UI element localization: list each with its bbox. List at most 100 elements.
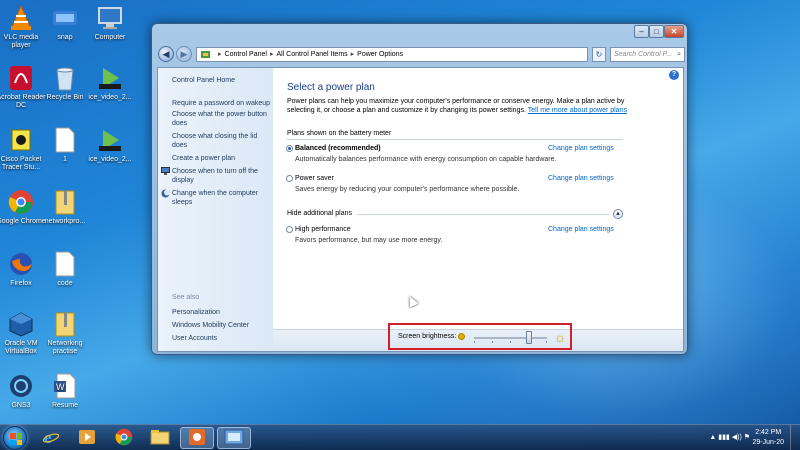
breadcrumb-separator[interactable]: ▸ (270, 51, 274, 58)
sidebar-item-computer-sleeps[interactable]: Change when the computer sleeps (172, 189, 272, 207)
control-panel-home-link[interactable]: Control Panel Home (172, 76, 272, 85)
display-icon (161, 167, 170, 177)
zip-folder-icon (51, 310, 79, 338)
video-file-icon (96, 64, 124, 92)
content-area: Control Panel Home Require a password on… (157, 67, 684, 352)
plan-balanced-change-settings[interactable]: Change plan settings (548, 145, 614, 152)
desktop-icon-label: ice_video_2... (88, 156, 132, 163)
brightness-slider-thumb[interactable] (525, 331, 532, 344)
vlc-icon (7, 4, 35, 32)
control-panel-icon (200, 49, 211, 65)
show-desktop-button[interactable] (790, 425, 800, 450)
desktop-icon-video-2[interactable]: ice_video_2... (84, 126, 136, 164)
bright-sun-icon: ☼ (553, 329, 567, 345)
title-bar[interactable]: – □ ✕ (152, 24, 687, 42)
desktop-icon-networking-practise[interactable]: Networking practise (39, 310, 91, 356)
desktop-icon-code[interactable]: code (39, 250, 91, 288)
windows-logo-icon (10, 433, 22, 445)
plan-balanced-desc: Automatically balances performance with … (295, 156, 557, 163)
breadcrumb-all-items[interactable]: All Control Panel Items (276, 51, 347, 58)
taskbar-media-app[interactable] (180, 427, 214, 449)
sidebar-item-closing-lid[interactable]: Choose what closing the lid does (172, 132, 272, 150)
tell-me-more-link[interactable]: Tell me more about power plans (528, 107, 627, 114)
address-bar[interactable]: ▸ Control Panel ▸ All Control Panel Items ▸ P… (196, 47, 588, 62)
back-button[interactable]: ◀ (158, 46, 174, 62)
breadcrumb-control-panel[interactable]: Control Panel (225, 51, 267, 58)
help-icon[interactable]: ? (669, 70, 679, 80)
recycle-bin-icon (51, 64, 79, 92)
plan-power-saver-radio[interactable] (286, 175, 293, 182)
navigation-bar: ◀ ▶ ▸ Control Panel ▸ All Control Panel Ite… (156, 44, 685, 66)
desktop-icon-resume[interactable]: W Resume (39, 372, 91, 410)
search-input[interactable]: Search Control P... ⌕ (610, 47, 685, 62)
chrome-icon (7, 188, 35, 216)
slider-tick (510, 341, 511, 343)
close-button[interactable]: ✕ (664, 25, 684, 38)
maximize-button[interactable]: □ (649, 25, 664, 38)
breadcrumb-power-options[interactable]: Power Options (357, 51, 403, 58)
gns3-icon (7, 372, 35, 400)
battery-meter-section-title: Plans shown on the battery meter (287, 130, 392, 137)
search-icon[interactable]: ⌕ (677, 48, 681, 61)
desktop-icon-computer[interactable]: Computer (84, 4, 136, 42)
taskbar-media-player[interactable] (70, 427, 104, 449)
taskbar-control-panel[interactable] (217, 427, 251, 449)
plan-power-saver-label: Power saver (295, 175, 334, 182)
plan-power-saver[interactable]: Power saver (286, 175, 334, 182)
section-divider (287, 139, 623, 140)
desktop-icon-label: code (57, 280, 73, 287)
plan-high-performance-label: High performance (295, 226, 351, 233)
cisco-packet-tracer-icon (7, 126, 35, 154)
taskbar-chrome[interactable] (107, 427, 141, 449)
taskbar-internet-explorer[interactable]: e (34, 427, 68, 449)
video-file-icon (96, 126, 124, 154)
see-also-mobility-center[interactable]: Windows Mobility Center (172, 321, 272, 330)
slider-tick (546, 341, 547, 343)
start-button[interactable] (3, 426, 27, 450)
main-pane: ? Select a power plan Power plans can he… (273, 68, 683, 351)
clock-time: 2:42 PM (755, 429, 782, 436)
minimize-button[interactable]: – (634, 25, 649, 38)
forward-button[interactable]: ▶ (176, 46, 192, 62)
media-player-icon (78, 429, 96, 447)
taskbar-explorer[interactable] (143, 427, 177, 449)
brightness-slider-track[interactable] (474, 337, 547, 339)
sidebar-item-turn-off-display[interactable]: Choose when to turn off the display (172, 167, 272, 185)
desktop-icon-networkpro[interactable]: networkpro... (39, 188, 91, 226)
desktop-icon-label: Resume (51, 402, 79, 409)
slider-tick (474, 341, 475, 343)
sleep-moon-icon (161, 189, 170, 200)
media-app-icon (188, 428, 206, 448)
see-also-user-accounts[interactable]: User Accounts (172, 334, 272, 343)
zip-folder-icon (51, 188, 79, 216)
desktop-icon-label: Networking practise (47, 340, 83, 355)
sidebar-item-create-plan[interactable]: Create a power plan (172, 154, 272, 163)
control-panel-icon (224, 429, 244, 447)
snap-icon (51, 4, 79, 32)
intro-text: Power plans can help you maximize your c… (287, 97, 627, 115)
sidebar-item-require-password[interactable]: Require a password on wakeup (172, 99, 272, 108)
svg-text:W: W (56, 382, 65, 392)
page-title: Select a power plan (287, 82, 375, 93)
computer-icon (96, 4, 124, 32)
collapse-chevron-icon[interactable]: ▲ (613, 209, 623, 219)
dim-sun-icon (458, 333, 465, 340)
system-tray[interactable]: ▲ ▮▮▮ ◀)) ⚑ (709, 433, 750, 441)
plan-power-saver-change-settings[interactable]: Change plan settings (548, 175, 614, 182)
breadcrumb-separator: ▸ (218, 51, 222, 58)
refresh-button[interactable]: ↻ (592, 47, 606, 62)
plan-balanced[interactable]: Balanced (recommended) (286, 145, 381, 152)
plan-high-performance-change-settings[interactable]: Change plan settings (548, 226, 614, 233)
desktop-icon-video-1[interactable]: ice_video_2... (84, 64, 136, 102)
see-also-personalization[interactable]: Personalization (172, 308, 272, 317)
sidebar-item-power-button[interactable]: Choose what the power button does (172, 110, 272, 128)
desktop-icon-label: Computer (94, 34, 126, 41)
clock[interactable]: 2:42 PM 29-Jun-20 (752, 428, 784, 448)
desktop-icon-label: ice_video_2... (88, 94, 132, 101)
virtualbox-icon (7, 310, 35, 338)
breadcrumb-separator[interactable]: ▸ (351, 51, 355, 58)
plan-balanced-radio[interactable] (286, 145, 293, 152)
hide-additional-plans[interactable]: Hide additional plans (287, 210, 352, 217)
plan-high-performance-radio[interactable] (286, 226, 293, 233)
plan-high-performance[interactable]: High performance (286, 226, 351, 233)
